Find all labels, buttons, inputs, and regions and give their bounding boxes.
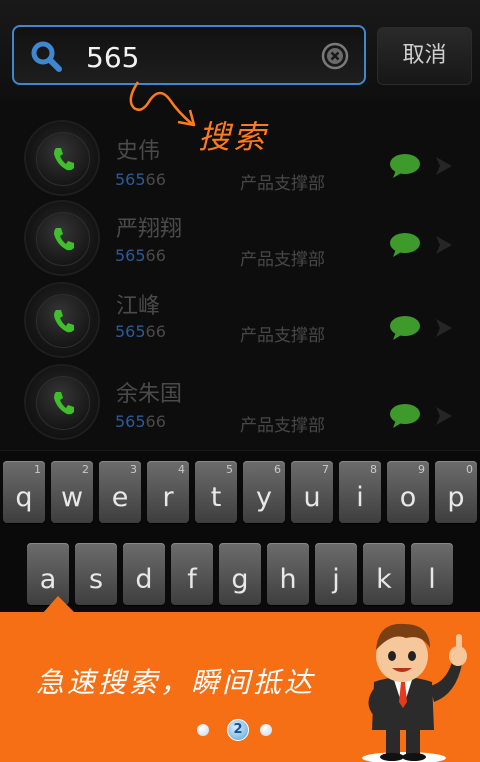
key-w[interactable]: 2w [51,461,93,523]
page-dot[interactable] [260,724,272,736]
page-indicator[interactable]: 2 [193,719,293,743]
key-letter: a [39,564,57,595]
key-letter: e [111,482,129,513]
hint-arrow-icon [129,81,196,127]
contact-number: 56566 [115,412,166,431]
key-letter: i [356,482,364,513]
contact-department: 产品支撑部 [240,250,325,270]
key-j[interactable]: j [315,543,357,605]
arrow-right-icon[interactable] [434,405,454,427]
key-r[interactable]: 4r [147,461,189,523]
arrow-right-icon[interactable] [434,155,454,177]
key-letter: h [279,564,297,595]
banner-text: 急速搜索，瞬间抵达 [36,666,316,699]
key-f[interactable]: f [171,543,213,605]
key-e[interactable]: 3e [99,461,141,523]
key-letter: g [231,564,249,595]
page-dot[interactable] [197,724,209,736]
call-button[interactable] [26,122,98,194]
contact-number: 56566 [115,170,166,189]
key-letter: q [15,482,33,513]
key-digit: 5 [226,463,233,476]
contact-row[interactable]: 余朱国 56566 产品支撑部 [0,364,480,444]
key-letter: p [447,482,465,513]
hint-label: 搜索 [198,118,269,156]
tutorial-banner: 急速搜索，瞬间抵达 2 [0,612,480,762]
call-button[interactable] [26,202,98,274]
contact-department: 产品支撑部 [240,174,325,194]
mascot-image [362,623,467,762]
call-button[interactable] [26,284,98,356]
contact-department: 产品支撑部 [240,416,325,436]
contact-name: 余朱国 [116,382,183,407]
key-d[interactable]: d [123,543,165,605]
key-i[interactable]: 8i [339,461,381,523]
phone-icon [54,228,74,251]
key-digit: 6 [274,463,281,476]
key-letter: d [135,564,153,595]
key-t[interactable]: 5t [195,461,237,523]
search-value: 565 [86,41,140,74]
key-letter: l [428,564,436,595]
key-p[interactable]: 0p [435,461,477,523]
arrow-right-icon[interactable] [434,317,454,339]
key-s[interactable]: s [75,543,117,605]
key-digit: 8 [370,463,377,476]
key-letter: r [162,482,174,513]
key-digit: 7 [322,463,329,476]
key-digit: 3 [130,463,137,476]
key-digit: 4 [178,463,185,476]
key-letter: w [60,482,84,513]
key-letter: j [332,564,340,595]
contact-name: 江峰 [116,294,161,319]
key-letter: y [256,482,272,513]
key-q[interactable]: 1q [3,461,45,523]
contact-name: 严翔翔 [116,217,183,242]
key-k[interactable]: k [363,543,405,605]
cancel-button[interactable]: 取消 [377,27,472,85]
key-letter: k [376,564,392,595]
key-digit: 2 [82,463,89,476]
message-icon[interactable] [388,152,422,180]
key-g[interactable]: g [219,543,261,605]
key-letter: o [399,482,417,513]
contact-number: 56566 [115,246,166,265]
key-u[interactable]: 7u [291,461,333,523]
key-letter: f [187,564,197,595]
key-o[interactable]: 9o [387,461,429,523]
key-letter: u [303,482,321,513]
contact-number: 56566 [115,322,166,341]
contact-list[interactable]: 史伟 56566 产品支撑部 严翔翔 56566 产品支撑部 江峰 56566 … [0,110,480,450]
phone-icon [54,310,74,333]
page-dot-active[interactable]: 2 [227,719,249,741]
contact-row[interactable]: 江峰 56566 产品支撑部 [0,282,480,362]
key-digit: 1 [34,463,41,476]
key-letter: t [210,482,222,513]
key-letter: s [88,564,104,595]
phone-icon [54,148,74,171]
message-icon[interactable] [388,402,422,430]
contact-row[interactable]: 严翔翔 56566 产品支撑部 [0,198,480,278]
key-digit: 9 [418,463,425,476]
soft-keyboard: 1q2w3e4r5t6y7u8i9o0p asdfghjkl [0,450,480,611]
phone-icon [54,392,74,415]
message-icon[interactable] [388,231,422,259]
call-button[interactable] [26,366,98,438]
clear-icon[interactable] [320,41,350,71]
contact-department: 产品支撑部 [240,326,325,346]
message-icon[interactable] [388,314,422,342]
key-l[interactable]: l [411,543,453,605]
search-icon [31,41,62,72]
arrow-right-icon[interactable] [434,234,454,256]
key-h[interactable]: h [267,543,309,605]
key-y[interactable]: 6y [243,461,285,523]
search-input[interactable]: 565 [12,25,366,85]
key-digit: 0 [466,463,473,476]
